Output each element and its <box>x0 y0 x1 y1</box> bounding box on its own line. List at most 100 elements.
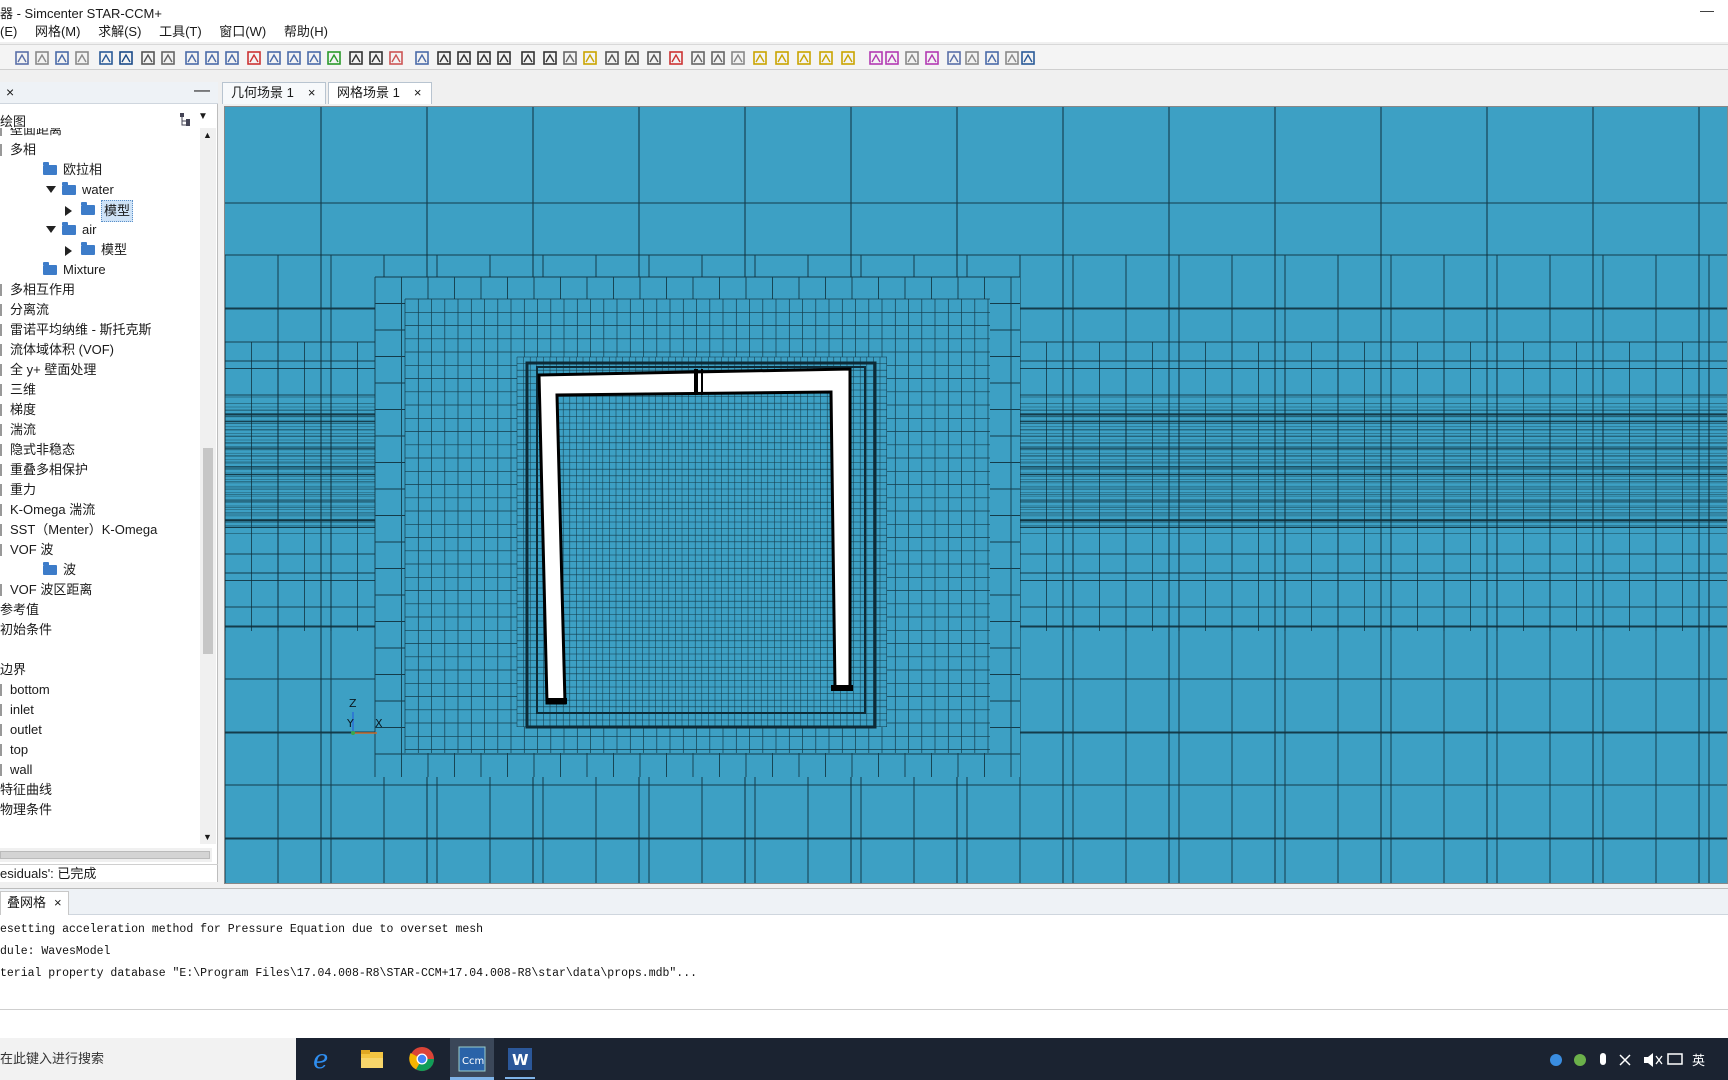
toolbar-button-icon[interactable] <box>868 50 884 66</box>
tree-node[interactable]: SST（Menter）K-Omega <box>0 520 200 540</box>
collapse-arrow-icon[interactable] <box>65 206 72 216</box>
toolbar-button-icon[interactable] <box>604 50 620 66</box>
hscrollbar-thumb[interactable] <box>0 851 210 859</box>
toolbar-button-icon[interactable] <box>14 50 30 66</box>
toolbar-button-icon[interactable] <box>624 50 640 66</box>
toolbar-button-icon[interactable] <box>74 50 90 66</box>
menu-window[interactable]: 窗口(W) <box>219 22 266 42</box>
tree-node[interactable]: 多相互作用 <box>0 280 200 300</box>
toolbar-button-icon[interactable] <box>436 50 452 66</box>
scroll-down-icon[interactable]: ▼ <box>203 832 212 842</box>
toolbar-button-icon[interactable] <box>184 50 200 66</box>
panel-close-icon[interactable]: × <box>6 84 14 100</box>
tree-node[interactable]: 参考值 <box>0 600 200 620</box>
tree-node[interactable]: VOF 波 <box>0 540 200 560</box>
tree-node[interactable]: 梯度 <box>0 400 200 420</box>
tree-node[interactable]: 波 <box>0 560 200 580</box>
toolbar-button-icon[interactable] <box>326 50 342 66</box>
collapse-arrow-icon[interactable] <box>65 246 72 256</box>
tree-node[interactable]: water <box>0 180 200 200</box>
tree-node[interactable]: 壁面距离 <box>0 128 200 140</box>
tree-node[interactable]: 边界 <box>0 660 200 680</box>
menu-solve[interactable]: 求解(S) <box>98 22 141 42</box>
tree-node[interactable]: VOF 波区距离 <box>0 580 200 600</box>
toolbar-button-icon[interactable] <box>204 50 220 66</box>
toolbar-button-icon[interactable] <box>34 50 50 66</box>
menu-edit[interactable]: (E) <box>0 22 17 42</box>
taskbar-search-input[interactable]: 在此键入进行搜索 <box>0 1038 296 1080</box>
tree-node[interactable]: 重叠多相保护 <box>0 460 200 480</box>
toolbar-button-icon[interactable] <box>752 50 768 66</box>
word-icon[interactable]: W <box>505 1044 535 1074</box>
chrome-icon[interactable] <box>407 1044 437 1074</box>
tree-node[interactable] <box>0 640 200 660</box>
tree-node[interactable]: 特征曲线 <box>0 780 200 800</box>
tree-node[interactable]: Mixture <box>0 260 200 280</box>
starccm-taskbar-button[interactable]: Ccm <box>450 1038 494 1080</box>
menu-help[interactable]: 帮助(H) <box>284 22 328 42</box>
toolbar-button-icon[interactable] <box>730 50 746 66</box>
tree-node[interactable]: 隐式非稳态 <box>0 440 200 460</box>
tree-vertical-scrollbar[interactable]: ▲ ▼ <box>200 128 216 844</box>
tree-node[interactable]: 重力 <box>0 480 200 500</box>
toolbar-button-icon[interactable] <box>840 50 856 66</box>
expand-arrow-icon[interactable] <box>46 186 56 193</box>
toolbar-button-icon[interactable] <box>774 50 790 66</box>
toolbar-button-icon[interactable] <box>818 50 834 66</box>
toolbar-button-icon[interactable] <box>1004 50 1020 66</box>
toolbar-button-icon[interactable] <box>368 50 384 66</box>
tab-geometry-scene[interactable]: 几何场景 1 × <box>222 82 326 104</box>
toolbar-button-icon[interactable] <box>476 50 492 66</box>
close-icon[interactable]: × <box>308 85 316 100</box>
toolbar-button-icon[interactable] <box>562 50 578 66</box>
toolbar-button-icon[interactable] <box>286 50 302 66</box>
tree-node[interactable]: 湍流 <box>0 420 200 440</box>
toolbar-button-icon[interactable] <box>668 50 684 66</box>
tree-node[interactable]: wall <box>0 760 200 780</box>
toolbar-button-icon[interactable] <box>98 50 114 66</box>
tree-node[interactable]: 模型 <box>0 200 200 222</box>
toolbar-button-icon[interactable] <box>140 50 156 66</box>
toolbar-button-icon[interactable] <box>946 50 962 66</box>
tree-node[interactable]: 模型 <box>0 240 200 260</box>
toolbar-button-icon[interactable] <box>520 50 536 66</box>
menu-tools[interactable]: 工具(T) <box>159 22 202 42</box>
tree-node[interactable]: 雷诺平均纳维 - 斯托克斯 <box>0 320 200 340</box>
mesh-graphics[interactable]: ZY X <box>225 107 1728 884</box>
toolbar-button-icon[interactable] <box>246 50 262 66</box>
toolbar-button-icon[interactable] <box>160 50 176 66</box>
toolbar-button-icon[interactable] <box>582 50 598 66</box>
tree-node[interactable]: outlet <box>0 720 200 740</box>
file-explorer-icon[interactable] <box>357 1044 387 1074</box>
tree-node[interactable]: inlet <box>0 700 200 720</box>
tab-mesh-scene[interactable]: 网格场景 1 × <box>328 82 432 104</box>
scroll-up-icon[interactable]: ▲ <box>203 130 212 140</box>
toolbar-button-icon[interactable] <box>496 50 512 66</box>
toolbar-button-icon[interactable] <box>904 50 920 66</box>
toolbar-button-icon[interactable] <box>984 50 1000 66</box>
toolbar-button-icon[interactable] <box>224 50 240 66</box>
toolbar-button-icon[interactable] <box>118 50 134 66</box>
tree-node[interactable]: 初始条件 <box>0 620 200 640</box>
tree-node[interactable]: top <box>0 740 200 760</box>
tree-node[interactable]: 分离流 <box>0 300 200 320</box>
ime-indicator[interactable]: 英 <box>1692 1050 1705 1069</box>
mesh-scene-viewport[interactable]: ZY X <box>224 106 1728 884</box>
tree-horizontal-scrollbar[interactable] <box>0 848 212 862</box>
tree-node[interactable]: 三维 <box>0 380 200 400</box>
tab-output[interactable]: 叠网格 × <box>0 891 69 915</box>
menu-mesh[interactable]: 网格(M) <box>35 22 81 42</box>
close-icon[interactable]: × <box>414 85 422 100</box>
panel-collapse-icon[interactable]: — <box>194 82 210 100</box>
toolbar-button-icon[interactable] <box>1020 50 1036 66</box>
tree-node[interactable]: 物理条件 <box>0 800 200 820</box>
scrollbar-thumb[interactable] <box>203 448 213 654</box>
tree-node[interactable]: 欧拉相 <box>0 160 200 180</box>
tree-node[interactable]: 流体域体积 (VOF) <box>0 340 200 360</box>
tree-view-icon[interactable] <box>178 111 194 127</box>
toolbar-button-icon[interactable] <box>796 50 812 66</box>
toolbar-button-icon[interactable] <box>964 50 980 66</box>
close-icon[interactable]: × <box>54 895 62 910</box>
minimize-button[interactable]: — <box>1700 2 1714 18</box>
toolbar-button-icon[interactable] <box>388 50 404 66</box>
